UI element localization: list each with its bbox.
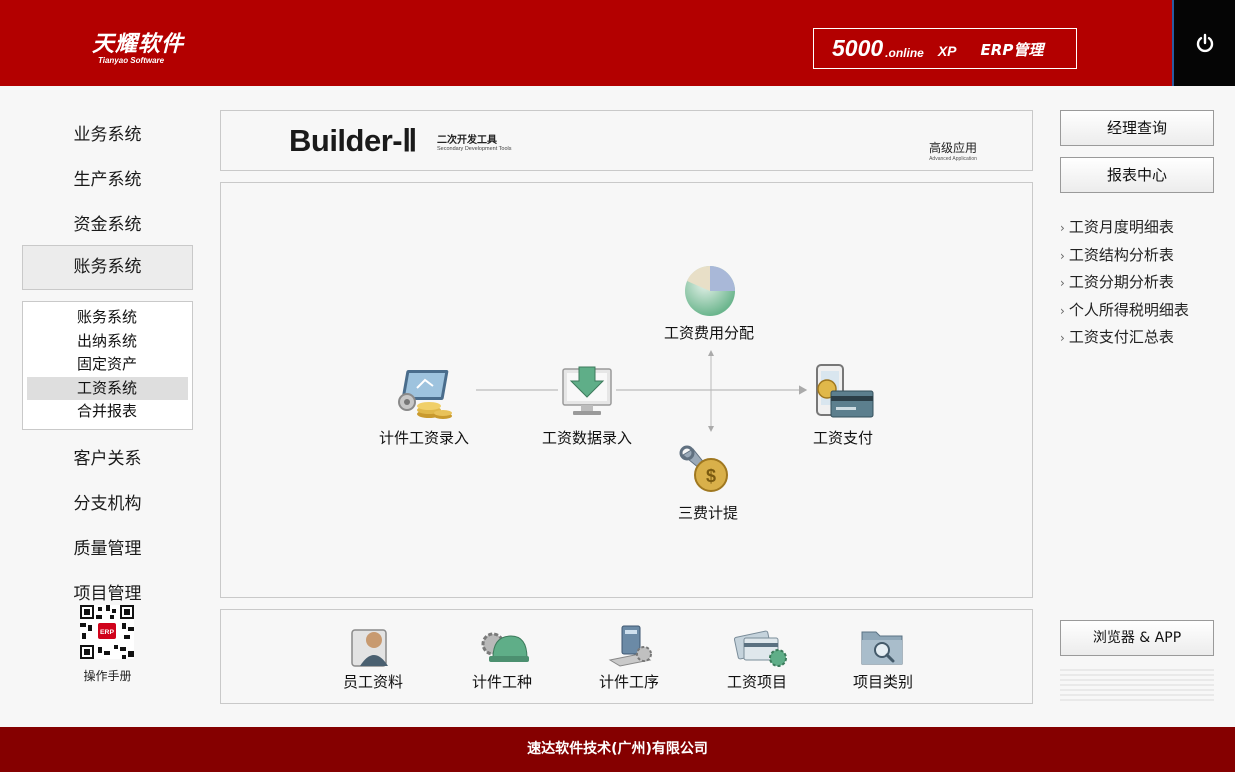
product-badge: 5000 .online XP ERP管理 [813, 28, 1077, 69]
chevron-right-icon: › [1060, 248, 1065, 263]
nav-item-customer[interactable]: 客户关系 [22, 444, 193, 469]
folder-search-icon [861, 631, 903, 665]
subnav-item-payroll[interactable]: 工资系统 [27, 376, 188, 400]
piece-wage-entry-label[interactable]: 计件工资录入 [379, 427, 469, 448]
nav-item-accounting[interactable]: 账务系统 [22, 245, 193, 290]
subnav-item-accounting[interactable]: 账务系统 [27, 306, 188, 330]
footer-company: 速达软件技术(广州)有限公司 [0, 727, 1235, 772]
employee-info-button[interactable]: 员工资料 [323, 610, 423, 704]
advanced-application-cn: 高级应用 [928, 141, 977, 155]
report-link-label: 工资支付汇总表 [1068, 328, 1174, 346]
power-icon [1196, 33, 1213, 53]
item-category-button[interactable]: 项目类别 [833, 610, 933, 704]
report-link-label: 工资分期分析表 [1068, 273, 1174, 291]
report-link-label: 个人所得税明细表 [1068, 300, 1189, 319]
chevron-right-icon: › [1060, 221, 1065, 235]
brand-logo: 天耀软件 Tianyao Software [92, 26, 184, 65]
builder-subtitle-en: Secondary Development Tools [437, 146, 512, 152]
piece-wage-entry-icon[interactable] [393, 368, 455, 423]
advanced-application[interactable]: 高级应用 Advanced Application [929, 139, 977, 162]
subnav-item-fixed-assets[interactable]: 固定资产 [27, 353, 188, 377]
nav-item-business[interactable]: 业务系统 [22, 120, 193, 145]
manager-query-button[interactable]: 经理查询 [1060, 110, 1214, 146]
computer-gear-icon [608, 625, 652, 667]
builder-subtitle-cn: 二次开发工具 [437, 135, 497, 146]
piece-work-type-label: 计件工种 [471, 673, 532, 691]
report-link-period-analysis[interactable]: › 工资分期分析表 [1060, 269, 1189, 297]
report-link-structure-analysis[interactable]: › 工资结构分析表 [1060, 242, 1189, 270]
wage-item-button[interactable]: 工资项目 [707, 610, 807, 704]
top-header: 天耀软件 Tianyao Software 5000 .online XP ER… [0, 0, 1235, 86]
employee-icon [351, 629, 388, 667]
payroll-settings-panel: 员工资料 计件工种 计件工序 工资项目 项目类别 [220, 609, 1033, 704]
nav-item-production[interactable]: 生产系统 [22, 165, 193, 190]
nav-item-quality[interactable]: 质量管理 [22, 534, 193, 559]
chevron-right-icon: › [1060, 331, 1065, 345]
builder-title: Builder-Ⅱ [289, 123, 417, 158]
payment-card-icon[interactable] [811, 363, 875, 423]
employee-info-label: 员工资料 [342, 673, 403, 691]
helmet-gear-icon [481, 632, 529, 662]
subnav-item-consolidated-reports[interactable]: 合并报表 [27, 400, 188, 424]
product-online: .online [885, 45, 924, 60]
operation-manual-link[interactable]: 操作手册 [60, 667, 155, 684]
power-button[interactable] [1172, 0, 1235, 86]
three-fees-label[interactable]: 三费计提 [678, 502, 738, 523]
wage-cost-allocation-label[interactable]: 工资费用分配 [664, 322, 754, 343]
report-list: › 工资月度明细表 › 工资结构分析表 › 工资分期分析表 › 个人所得税明细表 › 工资… [1060, 214, 1189, 352]
piece-work-process-button[interactable]: 计件工序 [579, 610, 679, 704]
pie-chart-icon[interactable] [683, 264, 737, 318]
svg-text:ERP: ERP [100, 629, 114, 636]
nav-item-branch[interactable]: 分支机构 [22, 489, 193, 514]
wage-data-entry-icon[interactable] [559, 363, 615, 419]
wrench-coin-icon[interactable]: $ [679, 445, 733, 495]
piece-work-type-button[interactable]: 计件工种 [452, 610, 552, 704]
chevron-right-icon: › [1060, 276, 1065, 290]
chevron-right-icon: › [1060, 303, 1065, 318]
report-center-button[interactable]: 报表中心 [1060, 157, 1214, 193]
decorative-stripes [1060, 669, 1214, 703]
wage-data-entry-label[interactable]: 工资数据录入 [542, 427, 632, 448]
accounting-subnav: 账务系统 出纳系统 固定资产 工资系统 合并报表 [22, 301, 193, 430]
product-number: 5000 [832, 35, 884, 61]
payroll-flow-panel: 计件工资录入 工资数据录入 工资费用分配 $ 三费计提 工资支付 [220, 182, 1033, 598]
item-category-label: 项目类别 [852, 673, 913, 691]
advanced-application-en: Advanced Application [929, 156, 977, 162]
flow-connectors [476, 350, 808, 432]
subnav-item-cashier[interactable]: 出纳系统 [27, 330, 188, 354]
qr-code-icon[interactable]: ERP [80, 605, 134, 659]
piece-work-process-label: 计件工序 [598, 673, 659, 691]
report-link-monthly-detail[interactable]: › 工资月度明细表 [1060, 214, 1189, 242]
browser-app-button[interactable]: 浏览器 & APP [1060, 620, 1214, 656]
report-link-label: 工资月度明细表 [1068, 218, 1174, 236]
report-link-income-tax-detail[interactable]: › 个人所得税明细表 [1060, 297, 1189, 325]
report-link-payment-summary[interactable]: › 工资支付汇总表 [1060, 324, 1189, 352]
nav-item-funds[interactable]: 资金系统 [22, 210, 193, 235]
wage-item-label: 工资项目 [726, 673, 787, 691]
wage-payment-label[interactable]: 工资支付 [813, 427, 873, 448]
report-link-label: 工资结构分析表 [1068, 245, 1174, 264]
product-erp-label: ERP管理 [980, 41, 1044, 59]
product-edition: XP [937, 42, 957, 59]
builder-subtitle: 二次开发工具 Secondary Development Tools [437, 131, 512, 152]
brand-name-cn: 天耀软件 [92, 32, 185, 57]
svg-text:$: $ [706, 466, 716, 486]
nav-item-project[interactable]: 项目管理 [22, 579, 193, 604]
cards-gear-icon [734, 630, 787, 667]
builder-banner[interactable]: Builder-Ⅱ 二次开发工具 Secondary Development T… [220, 110, 1033, 171]
